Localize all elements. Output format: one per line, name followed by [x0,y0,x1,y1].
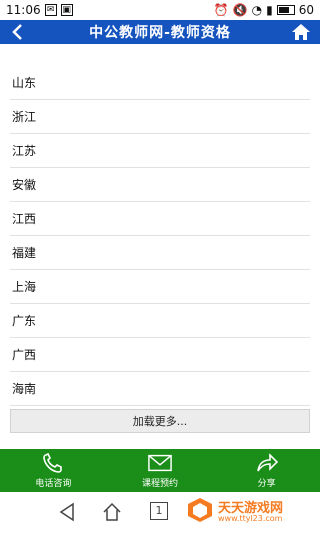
list-item-label: 上海 [12,280,37,294]
list-item-label: 浙江 [12,110,37,124]
phone-consult-button[interactable]: 电话咨询 [0,449,107,492]
share-icon [256,453,278,472]
home-icon[interactable] [290,22,312,42]
wifi-icon: ◔ [251,3,263,17]
list-item[interactable]: 上海 [10,270,310,304]
back-triangle-icon[interactable] [58,502,76,522]
list-item[interactable]: 安徽 [10,168,310,202]
watermark-logo-icon [188,498,212,522]
watermark-url: www.ttyl23.com [218,514,283,523]
list-item[interactable]: 浙江 [10,100,310,134]
list-item[interactable]: 江西 [10,202,310,236]
image-icon: ▣ [60,4,73,16]
message-icon: ✉ [44,4,57,16]
status-left: 11:06 ✉ ▣ [6,3,73,17]
list-item[interactable]: 江苏 [10,134,310,168]
home-outline-icon[interactable] [102,502,122,522]
battery-icon [276,5,295,15]
phone-consult-label: 电话咨询 [35,479,72,489]
list-item-label: 安徽 [12,178,37,192]
load-more-button[interactable]: 加载更多... [10,409,310,433]
list-item[interactable]: 广东 [10,304,310,338]
list-item-label: 海南 [12,382,37,396]
phone-icon [43,452,63,473]
list-item[interactable]: 广西 [10,338,310,372]
recent-apps-button[interactable]: 1 [150,502,168,520]
list-item[interactable]: 山东 [10,66,310,100]
list-item-label: 江苏 [12,144,37,158]
mute-icon: 🔇 [232,3,248,17]
list-item[interactable]: 海南 [10,372,310,406]
page-title: 中公教师网-教师资格 [89,25,231,41]
share-label: 分享 [257,479,276,489]
alarm-icon: ⏰ [213,3,229,17]
footer-bar: 电话咨询 课程预约 分享 [0,449,320,492]
mail-icon [148,454,172,472]
course-booking-button[interactable]: 课程预约 [107,449,214,492]
list-item-label: 福建 [12,246,37,260]
share-button[interactable]: 分享 [213,449,320,492]
course-booking-label: 课程预约 [142,479,179,489]
app-header: 中公教师网-教师资格 [0,20,320,44]
status-bar: 11:06 ✉ ▣ ⏰ 🔇 ◔ ▮ 60 [0,0,320,20]
province-list: 山东 浙江 江苏 安徽 江西 福建 上海 广东 广西 海南 [10,66,310,406]
list-item-label: 广西 [12,348,37,362]
signal-icon: ▮ [266,3,273,17]
list-item-label: 江西 [12,212,37,226]
status-right: ⏰ 🔇 ◔ ▮ 60 [214,3,314,17]
battery-level: 60 [298,3,314,17]
list-item-label: 山东 [12,76,37,90]
list-item[interactable]: 福建 [10,236,310,270]
list-item-label: 广东 [12,314,37,328]
back-icon[interactable] [8,22,28,42]
recent-apps-count: 1 [155,504,163,517]
status-time: 11:06 [6,3,41,17]
